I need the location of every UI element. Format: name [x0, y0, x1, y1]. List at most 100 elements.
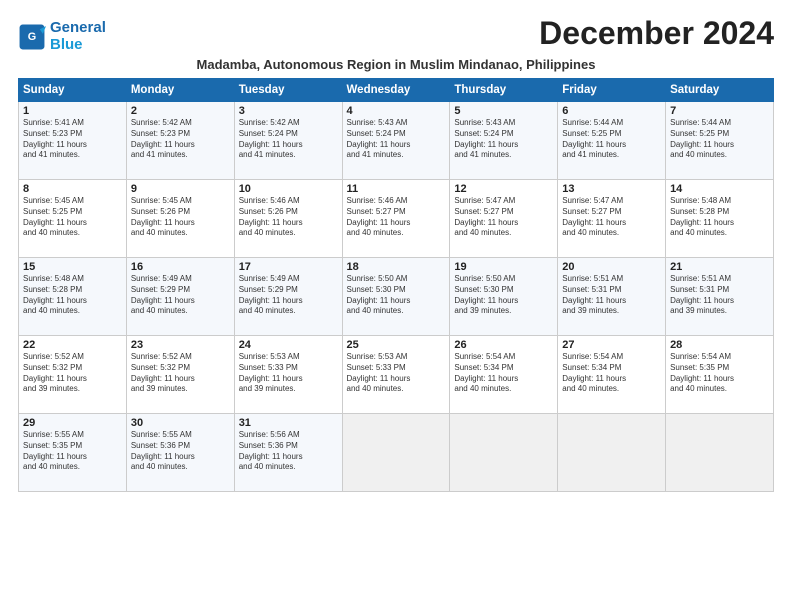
calendar-cell: 12 Sunrise: 5:47 AM Sunset: 5:27 PM Dayl…	[450, 180, 558, 258]
header: G General Blue December 2024	[18, 16, 774, 53]
day-number: 26	[454, 339, 553, 351]
cell-info: Sunrise: 5:52 AM Sunset: 5:32 PM Dayligh…	[131, 352, 230, 395]
day-number: 13	[562, 183, 661, 195]
col-wednesday: Wednesday	[342, 79, 450, 102]
calendar-cell	[450, 414, 558, 492]
calendar-cell: 3 Sunrise: 5:42 AM Sunset: 5:24 PM Dayli…	[234, 102, 342, 180]
week-row-4: 22 Sunrise: 5:52 AM Sunset: 5:32 PM Dayl…	[19, 336, 774, 414]
week-row-3: 15 Sunrise: 5:48 AM Sunset: 5:28 PM Dayl…	[19, 258, 774, 336]
calendar-cell: 28 Sunrise: 5:54 AM Sunset: 5:35 PM Dayl…	[666, 336, 774, 414]
location-subtitle: Madamba, Autonomous Region in Muslim Min…	[18, 57, 774, 72]
calendar-cell: 6 Sunrise: 5:44 AM Sunset: 5:25 PM Dayli…	[558, 102, 666, 180]
calendar-cell: 30 Sunrise: 5:55 AM Sunset: 5:36 PM Dayl…	[126, 414, 234, 492]
calendar-cell: 9 Sunrise: 5:45 AM Sunset: 5:26 PM Dayli…	[126, 180, 234, 258]
cell-info: Sunrise: 5:43 AM Sunset: 5:24 PM Dayligh…	[347, 118, 446, 161]
day-number: 5	[454, 105, 553, 117]
calendar-cell	[342, 414, 450, 492]
day-number: 25	[347, 339, 446, 351]
calendar-cell: 11 Sunrise: 5:46 AM Sunset: 5:27 PM Dayl…	[342, 180, 450, 258]
cell-info: Sunrise: 5:54 AM Sunset: 5:35 PM Dayligh…	[670, 352, 769, 395]
calendar-cell: 10 Sunrise: 5:46 AM Sunset: 5:26 PM Dayl…	[234, 180, 342, 258]
day-number: 29	[23, 417, 122, 429]
calendar-cell: 31 Sunrise: 5:56 AM Sunset: 5:36 PM Dayl…	[234, 414, 342, 492]
calendar-cell: 26 Sunrise: 5:54 AM Sunset: 5:34 PM Dayl…	[450, 336, 558, 414]
calendar-cell: 23 Sunrise: 5:52 AM Sunset: 5:32 PM Dayl…	[126, 336, 234, 414]
cell-info: Sunrise: 5:54 AM Sunset: 5:34 PM Dayligh…	[454, 352, 553, 395]
cell-info: Sunrise: 5:53 AM Sunset: 5:33 PM Dayligh…	[239, 352, 338, 395]
day-number: 12	[454, 183, 553, 195]
day-number: 1	[23, 105, 122, 117]
cell-info: Sunrise: 5:41 AM Sunset: 5:23 PM Dayligh…	[23, 118, 122, 161]
day-number: 16	[131, 261, 230, 273]
week-row-1: 1 Sunrise: 5:41 AM Sunset: 5:23 PM Dayli…	[19, 102, 774, 180]
cell-info: Sunrise: 5:42 AM Sunset: 5:23 PM Dayligh…	[131, 118, 230, 161]
calendar-cell: 1 Sunrise: 5:41 AM Sunset: 5:23 PM Dayli…	[19, 102, 127, 180]
logo-text: General Blue	[50, 20, 106, 53]
day-number: 21	[670, 261, 769, 273]
day-number: 8	[23, 183, 122, 195]
day-number: 2	[131, 105, 230, 117]
calendar-cell	[666, 414, 774, 492]
calendar-cell: 15 Sunrise: 5:48 AM Sunset: 5:28 PM Dayl…	[19, 258, 127, 336]
cell-info: Sunrise: 5:53 AM Sunset: 5:33 PM Dayligh…	[347, 352, 446, 395]
month-year-title: December 2024	[539, 16, 774, 51]
calendar-cell: 22 Sunrise: 5:52 AM Sunset: 5:32 PM Dayl…	[19, 336, 127, 414]
day-number: 22	[23, 339, 122, 351]
cell-info: Sunrise: 5:47 AM Sunset: 5:27 PM Dayligh…	[562, 196, 661, 239]
day-number: 4	[347, 105, 446, 117]
cell-info: Sunrise: 5:48 AM Sunset: 5:28 PM Dayligh…	[23, 274, 122, 317]
calendar-cell: 21 Sunrise: 5:51 AM Sunset: 5:31 PM Dayl…	[666, 258, 774, 336]
day-number: 15	[23, 261, 122, 273]
cell-info: Sunrise: 5:46 AM Sunset: 5:27 PM Dayligh…	[347, 196, 446, 239]
cell-info: Sunrise: 5:51 AM Sunset: 5:31 PM Dayligh…	[670, 274, 769, 317]
day-number: 28	[670, 339, 769, 351]
day-number: 10	[239, 183, 338, 195]
title-block: December 2024	[539, 16, 774, 51]
day-number: 31	[239, 417, 338, 429]
cell-info: Sunrise: 5:45 AM Sunset: 5:26 PM Dayligh…	[131, 196, 230, 239]
logo-icon: G	[18, 23, 46, 51]
calendar-cell: 2 Sunrise: 5:42 AM Sunset: 5:23 PM Dayli…	[126, 102, 234, 180]
cell-info: Sunrise: 5:52 AM Sunset: 5:32 PM Dayligh…	[23, 352, 122, 395]
calendar-cell: 4 Sunrise: 5:43 AM Sunset: 5:24 PM Dayli…	[342, 102, 450, 180]
cell-info: Sunrise: 5:47 AM Sunset: 5:27 PM Dayligh…	[454, 196, 553, 239]
calendar-page: G General Blue December 2024 Madamba, Au…	[0, 0, 792, 612]
day-number: 18	[347, 261, 446, 273]
col-monday: Monday	[126, 79, 234, 102]
day-number: 9	[131, 183, 230, 195]
day-number: 7	[670, 105, 769, 117]
cell-info: Sunrise: 5:55 AM Sunset: 5:36 PM Dayligh…	[131, 430, 230, 473]
week-row-5: 29 Sunrise: 5:55 AM Sunset: 5:35 PM Dayl…	[19, 414, 774, 492]
week-row-2: 8 Sunrise: 5:45 AM Sunset: 5:25 PM Dayli…	[19, 180, 774, 258]
day-number: 23	[131, 339, 230, 351]
day-number: 3	[239, 105, 338, 117]
cell-info: Sunrise: 5:46 AM Sunset: 5:26 PM Dayligh…	[239, 196, 338, 239]
calendar-cell: 16 Sunrise: 5:49 AM Sunset: 5:29 PM Dayl…	[126, 258, 234, 336]
day-number: 14	[670, 183, 769, 195]
day-number: 11	[347, 183, 446, 195]
day-number: 17	[239, 261, 338, 273]
day-number: 24	[239, 339, 338, 351]
calendar-cell: 13 Sunrise: 5:47 AM Sunset: 5:27 PM Dayl…	[558, 180, 666, 258]
col-tuesday: Tuesday	[234, 79, 342, 102]
calendar-cell: 29 Sunrise: 5:55 AM Sunset: 5:35 PM Dayl…	[19, 414, 127, 492]
cell-info: Sunrise: 5:54 AM Sunset: 5:34 PM Dayligh…	[562, 352, 661, 395]
cell-info: Sunrise: 5:42 AM Sunset: 5:24 PM Dayligh…	[239, 118, 338, 161]
calendar-cell: 18 Sunrise: 5:50 AM Sunset: 5:30 PM Dayl…	[342, 258, 450, 336]
calendar-cell: 5 Sunrise: 5:43 AM Sunset: 5:24 PM Dayli…	[450, 102, 558, 180]
col-friday: Friday	[558, 79, 666, 102]
day-number: 6	[562, 105, 661, 117]
calendar-body: 1 Sunrise: 5:41 AM Sunset: 5:23 PM Dayli…	[19, 102, 774, 492]
col-saturday: Saturday	[666, 79, 774, 102]
col-thursday: Thursday	[450, 79, 558, 102]
day-number: 20	[562, 261, 661, 273]
calendar-cell: 25 Sunrise: 5:53 AM Sunset: 5:33 PM Dayl…	[342, 336, 450, 414]
calendar-cell: 20 Sunrise: 5:51 AM Sunset: 5:31 PM Dayl…	[558, 258, 666, 336]
cell-info: Sunrise: 5:51 AM Sunset: 5:31 PM Dayligh…	[562, 274, 661, 317]
cell-info: Sunrise: 5:48 AM Sunset: 5:28 PM Dayligh…	[670, 196, 769, 239]
cell-info: Sunrise: 5:49 AM Sunset: 5:29 PM Dayligh…	[239, 274, 338, 317]
calendar-cell: 24 Sunrise: 5:53 AM Sunset: 5:33 PM Dayl…	[234, 336, 342, 414]
calendar-table: Sunday Monday Tuesday Wednesday Thursday…	[18, 78, 774, 492]
day-number: 30	[131, 417, 230, 429]
calendar-header: Sunday Monday Tuesday Wednesday Thursday…	[19, 79, 774, 102]
